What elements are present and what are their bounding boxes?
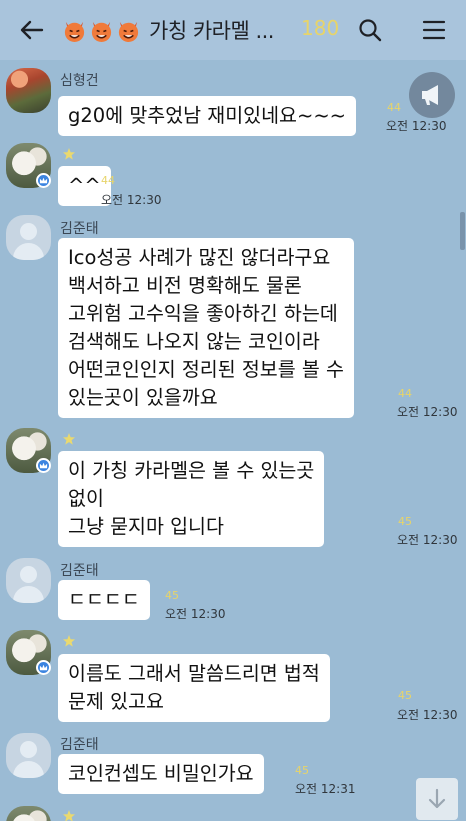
message-bubble[interactable]: 이름도 그래서 말씀드리면 법적 문제 있고요: [58, 654, 330, 722]
message-text: 검색해도 나오지 않는 코인이라: [68, 330, 320, 353]
unread-count: 45: [398, 689, 412, 702]
unread-count: 44: [101, 174, 115, 187]
message-time: 오전 12:30: [386, 119, 447, 133]
crown-badge-icon: [36, 458, 51, 473]
message-bubble[interactable]: Ico성공 사례가 많진 않더라구요 백서하고 비전 명확해도 물론 고위험 고…: [58, 238, 354, 418]
star-icon: [63, 635, 75, 647]
avatar[interactable]: [6, 215, 51, 260]
message-text: 문제 있고요: [68, 690, 164, 713]
notice-button[interactable]: [409, 72, 455, 118]
scrollbar-thumb[interactable]: [460, 212, 465, 250]
message-text: Ico성공 사례가 많진 않더라구요: [68, 246, 331, 269]
unread-count: 45: [295, 764, 309, 777]
message-text: ㄷㄷㄷㄷ: [68, 588, 140, 611]
devil-emoji-icon: [118, 21, 139, 42]
message-text: 없이: [68, 487, 104, 510]
unread-count: 45: [165, 589, 179, 602]
sender-name: 김준태: [60, 737, 99, 753]
sender-name: 김준태: [60, 221, 99, 237]
devil-emoji-icon: [91, 21, 112, 42]
search-icon[interactable]: [358, 18, 382, 42]
star-icon: [63, 433, 75, 445]
chat-title[interactable]: 가칭 카라멜 ...: [62, 14, 274, 46]
message-text: ^^: [68, 174, 101, 197]
message-text: 고위험 고수익을 좋아하긴 하는데: [68, 302, 338, 325]
unread-count: 45: [398, 515, 412, 528]
crown-badge-icon: [36, 173, 51, 188]
message-bubble[interactable]: ㄷㄷㄷㄷ: [58, 580, 150, 620]
message-time: 오전 12:30: [397, 533, 458, 547]
sender-name: 김준태: [60, 563, 99, 579]
message-bubble[interactable]: 코인컨셉도 비밀인가요: [58, 754, 264, 794]
chat-header: 가칭 카라멜 ... 180: [0, 0, 466, 60]
avatar[interactable]: [6, 558, 51, 603]
star-icon: [63, 810, 75, 821]
avatar[interactable]: [6, 733, 51, 778]
message-time: 오전 12:30: [165, 607, 226, 621]
star-icon: [63, 148, 75, 160]
message-time: 오전 12:30: [397, 708, 458, 722]
arrow-left-icon[interactable]: [18, 16, 46, 44]
message-text: g20에 맞추었남 재미있네요~~~: [68, 104, 347, 127]
message-text: 어떤코인인지 정리된 정보를 볼 수: [68, 358, 344, 381]
unread-count: 44: [398, 387, 412, 400]
message-time: 오전 12:30: [397, 405, 458, 419]
sender-name: 심형건: [60, 73, 99, 89]
message-text: 코인컨셉도 비밀인가요: [68, 762, 254, 785]
message-text: 백서하고 비전 명확해도 물론: [68, 274, 302, 297]
hamburger-menu-icon[interactable]: [422, 18, 446, 42]
message-text: 이 가칭 카라멜은 볼 수 있는곳: [68, 459, 315, 482]
message-bubble[interactable]: 이 가칭 카라멜은 볼 수 있는곳 없이 그냥 묻지마 입니다: [58, 451, 325, 547]
megaphone-icon: [422, 85, 438, 105]
message-text: 이름도 그래서 말씀드리면 법적: [68, 662, 320, 685]
unread-count: 44: [387, 101, 401, 114]
avatar[interactable]: [6, 68, 51, 113]
message-text: 그냥 묻지마 입니다: [68, 515, 224, 538]
member-count: 180: [301, 16, 340, 40]
avatar[interactable]: [6, 806, 51, 821]
message-time: 오전 12:31: [295, 782, 356, 796]
message-text: 있는곳이 있을까요: [68, 386, 218, 409]
message-time: 오전 12:30: [101, 193, 162, 207]
crown-badge-icon: [36, 660, 51, 675]
devil-emoji-icon: [64, 21, 85, 42]
scroll-to-bottom-button[interactable]: [416, 778, 458, 820]
chat-title-text: 가칭 카라멜 ...: [149, 19, 274, 43]
message-bubble[interactable]: g20에 맞추었남 재미있네요~~~: [58, 96, 357, 136]
arrow-down-icon: [428, 788, 446, 809]
